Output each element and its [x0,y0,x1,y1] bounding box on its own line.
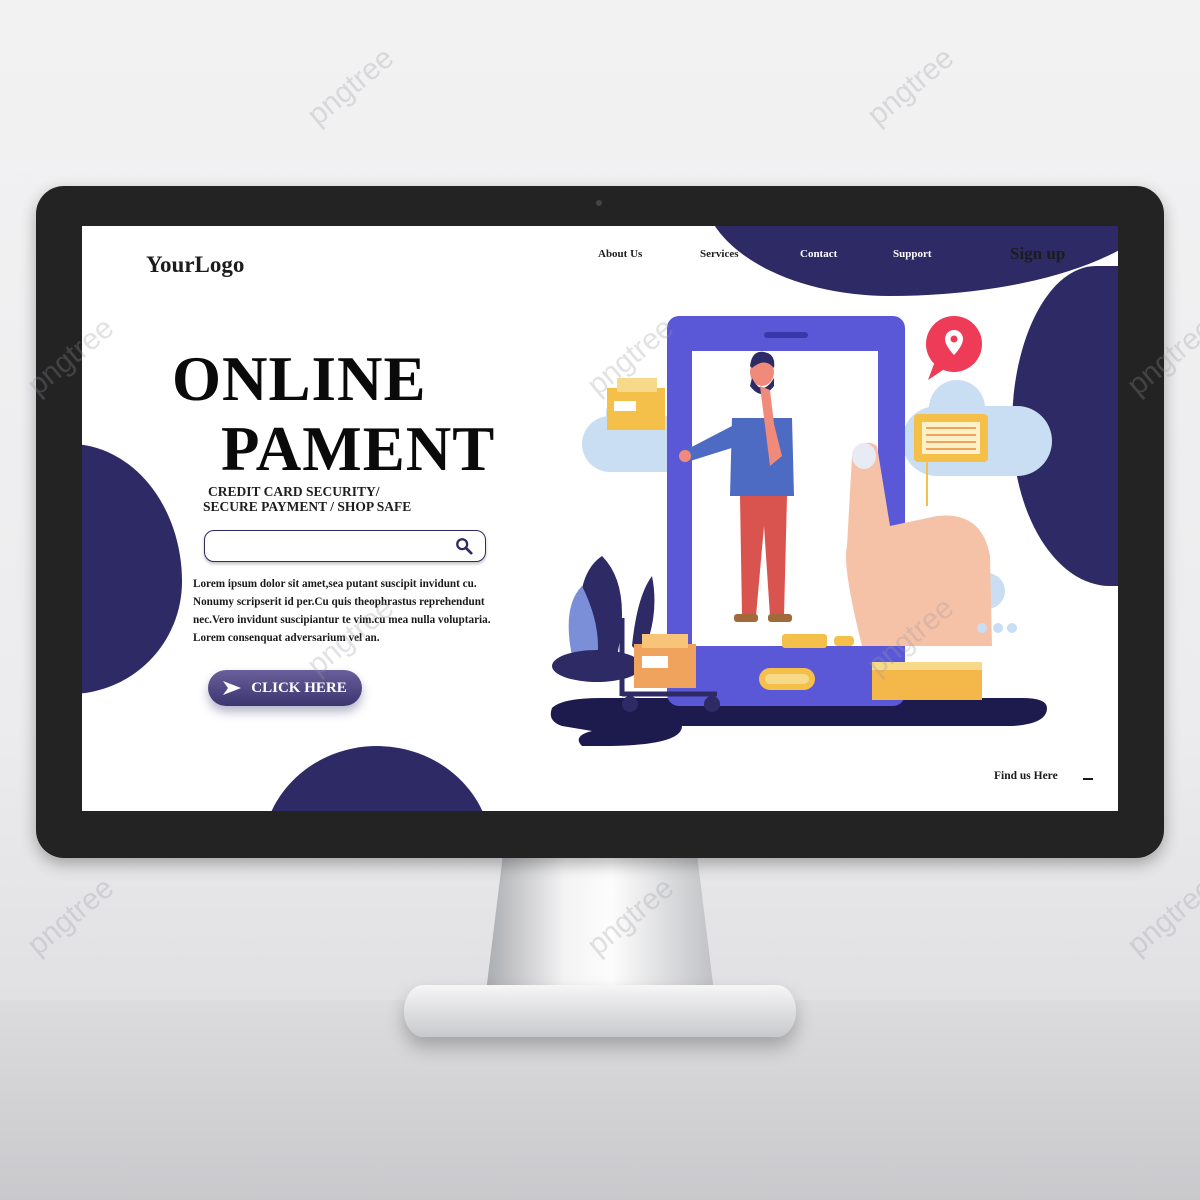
package-icon [607,378,665,430]
body-line: nec.Vero invidunt suscipiantur te vim.cu… [193,614,491,626]
signup-link[interactable]: Sign up [1010,244,1065,264]
find-us-dash [1083,778,1093,780]
hero-title-line1: ONLINE [172,344,427,414]
nav-about-us[interactable]: About Us [598,248,642,260]
watermark: pngtree [300,41,401,132]
body-line: Lorem consenquat adversarium vel an. [193,632,380,644]
dot-decoration [1007,623,1017,633]
watermark: pngtree [860,41,961,132]
body-line: Lorem ipsum dolor sit amet,sea putant su… [193,578,477,590]
search-icon[interactable] [455,537,473,555]
dot-decoration [977,623,987,633]
hero-subtitle-line2: SECURE PAYMENT / SHOP SAFE [203,499,412,514]
chat-card-icon [914,414,988,506]
payment-illustration [550,316,1052,746]
hero-subtitle: CREDIT CARD SECURITY/ SECURE PAYMENT / S… [203,484,411,514]
hero-subtitle-line1: CREDIT CARD SECURITY/ [208,484,380,499]
search-box[interactable] [204,530,486,562]
arrow-icon [223,681,242,695]
body-line: Nonumy scripserit id per.Cu quis theophr… [193,596,485,608]
blob-left [82,444,182,694]
nav-support[interactable]: Support [893,248,932,260]
hero-body-text: Lorem ipsum dolor sit amet,sea putant su… [193,575,553,647]
hero-title-line2: PAMENT [221,414,496,484]
location-pin-icon [926,316,982,380]
click-here-button[interactable]: CLICK HERE [208,670,362,706]
monitor-stand-base [404,985,796,1037]
blob-bottom [262,746,492,811]
dot-decoration [993,623,1003,633]
watermark: pngtree [20,871,121,962]
logo[interactable]: YourLogo [146,252,244,278]
find-us-link[interactable]: Find us Here [994,770,1058,782]
click-here-label: CLICK HERE [251,679,347,696]
nav-services[interactable]: Services [700,248,738,260]
watermark: pngtree [1120,871,1200,962]
nav-contact[interactable]: Contact [800,248,837,260]
landing-page-screen: YourLogo About Us Services Contact Suppo… [82,226,1118,811]
